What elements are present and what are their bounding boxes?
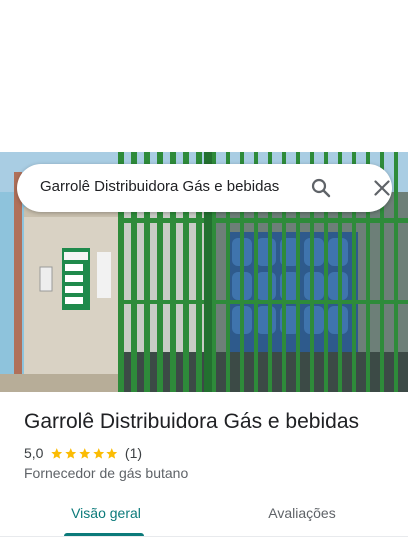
tabs-divider bbox=[0, 536, 408, 537]
search-bar[interactable]: Garrolê Distribuidora Gás e bebidas bbox=[17, 164, 392, 212]
search-input[interactable]: Garrolê Distribuidora Gás e bebidas bbox=[40, 178, 300, 195]
tab-reviews[interactable]: Avaliações bbox=[252, 505, 352, 543]
tab-overview[interactable]: Visão geral bbox=[56, 505, 156, 543]
tab-bar: Visão geral Avaliações bbox=[0, 497, 408, 544]
star-icon bbox=[106, 447, 118, 459]
star-icon bbox=[79, 447, 91, 459]
top-blank-area bbox=[0, 0, 408, 152]
star-rating bbox=[50, 447, 118, 460]
star-icon bbox=[51, 447, 63, 459]
place-title: Garrolê Distribuidora Gás e bebidas bbox=[24, 410, 359, 433]
star-icon bbox=[92, 447, 104, 459]
close-icon[interactable] bbox=[370, 176, 394, 200]
search-icon[interactable] bbox=[309, 176, 333, 200]
rating-value: 5,0 bbox=[24, 445, 44, 461]
rating-row[interactable]: 5,0 (1) bbox=[24, 444, 142, 462]
star-icon bbox=[65, 447, 77, 459]
review-count[interactable]: (1) bbox=[125, 445, 142, 461]
place-category: Fornecedor de gás butano bbox=[24, 465, 189, 481]
